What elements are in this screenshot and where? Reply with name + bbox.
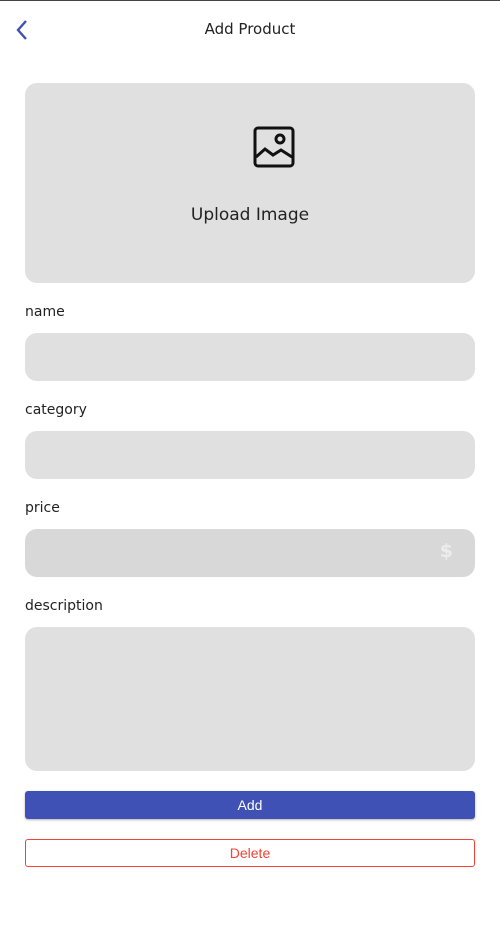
description-input[interactable]: [25, 627, 475, 771]
description-label: description: [25, 598, 103, 614]
category-input[interactable]: [25, 431, 475, 479]
delete-button[interactable]: Delete: [25, 839, 475, 867]
upload-image-area[interactable]: Upload Image: [25, 83, 475, 283]
page-title: Add Product: [204, 20, 296, 38]
dollar-icon: $: [439, 540, 453, 562]
price-input[interactable]: [25, 529, 475, 577]
name-input[interactable]: [25, 333, 475, 381]
upload-image-label: Upload Image: [190, 205, 310, 225]
name-label: name: [25, 304, 65, 320]
image-icon: [253, 126, 295, 168]
price-field: $: [25, 529, 475, 577]
add-button[interactable]: Add: [25, 791, 475, 819]
price-label: price: [25, 500, 60, 516]
category-label: category: [25, 402, 87, 418]
